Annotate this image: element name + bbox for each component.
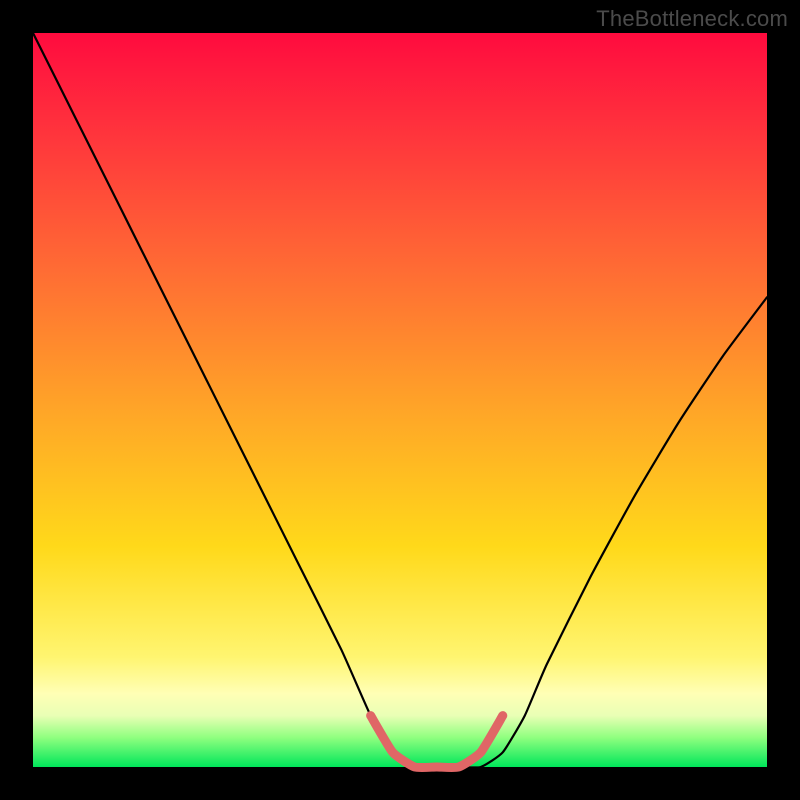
bottleneck-curve-highlight — [371, 716, 503, 768]
bottleneck-curve — [33, 33, 767, 768]
chart-frame: TheBottleneck.com — [0, 0, 800, 800]
curve-layer — [33, 33, 767, 767]
plot-area — [33, 33, 767, 767]
watermark-text: TheBottleneck.com — [596, 6, 788, 32]
